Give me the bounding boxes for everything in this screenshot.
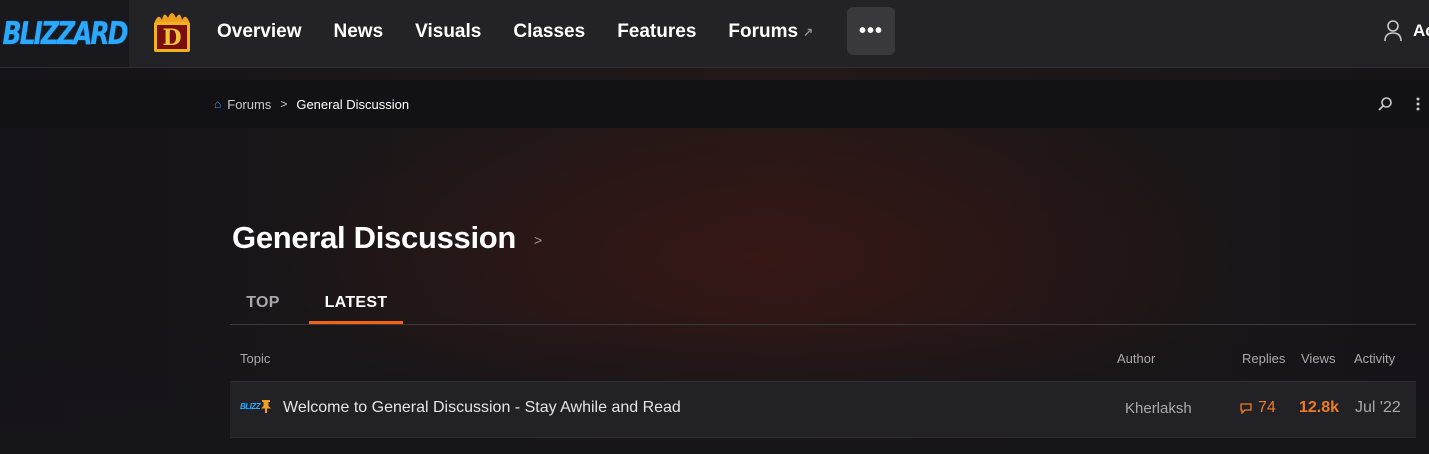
header-replies[interactable]: Replies — [1242, 351, 1285, 366]
nav-forums[interactable]: Forums ↗ — [728, 21, 813, 43]
breadcrumb-current: General Discussion — [296, 96, 410, 112]
account-label: Ac — [1413, 21, 1429, 40]
header-activity[interactable]: Activity — [1354, 351, 1395, 366]
nav-news[interactable]: News — [334, 21, 384, 43]
pin-icon — [261, 400, 271, 413]
topic-replies-count: 74 — [1258, 399, 1276, 416]
breadcrumb-bar: ⌂ Forums > General Discussion — [0, 80, 1429, 128]
table-row[interactable]: BLIZZ Welcome to General Discussion - St… — [230, 381, 1416, 438]
account-button[interactable]: Ac — [1383, 20, 1429, 42]
breadcrumb: ⌂ Forums > General Discussion — [214, 80, 409, 128]
external-link-icon: ↗ — [803, 24, 814, 39]
topic-title-link[interactable]: Welcome to General Discussion - Stay Awh… — [283, 399, 681, 417]
blizzard-logo-link[interactable]: BLIZZARD — [0, 0, 129, 67]
diablo-logo[interactable]: D — [148, 10, 196, 54]
header-views[interactable]: Views — [1301, 351, 1335, 366]
nav-visuals[interactable]: Visuals — [415, 21, 481, 43]
page-title: General Discussion — [232, 220, 517, 255]
topic-tabs: TOP LATEST — [230, 284, 1416, 325]
header-topic[interactable]: Topic — [240, 351, 270, 366]
diablo-logo-letter: D — [162, 25, 181, 51]
blizzard-badge-icon: BLIZZ — [240, 402, 261, 411]
tab-latest[interactable]: LATEST — [309, 284, 403, 324]
search-icon[interactable] — [1377, 96, 1393, 112]
blizzard-logo: BLIZZARD — [2, 15, 129, 52]
tab-top[interactable]: TOP — [230, 284, 296, 322]
nav-overview[interactable]: Overview — [217, 21, 302, 43]
nav-classes[interactable]: Classes — [513, 21, 585, 43]
user-icon — [1384, 20, 1402, 42]
breadcrumb-actions — [1377, 80, 1421, 128]
comment-icon — [1240, 402, 1252, 414]
more-dots-icon: ••• — [858, 19, 883, 42]
topic-replies: 74 — [1240, 399, 1276, 417]
more-menu-button[interactable]: ••• — [847, 7, 895, 55]
home-icon[interactable]: ⌂ — [214, 97, 221, 111]
table-header: Topic Author Replies Views Activity — [230, 340, 1416, 380]
nav-features[interactable]: Features — [617, 21, 696, 43]
header-author[interactable]: Author — [1117, 351, 1155, 366]
breadcrumb-forums[interactable]: Forums — [227, 97, 271, 112]
nav-links: Overview News Visuals Classes Features F… — [217, 0, 845, 63]
chevron-right-icon[interactable]: > — [534, 232, 542, 248]
topic-author[interactable]: Kherlaksh — [1125, 400, 1192, 417]
chevron-right-icon: > — [280, 97, 288, 111]
nav-forums-label: Forums — [728, 20, 799, 42]
topic-activity[interactable]: Jul '22 — [1355, 399, 1401, 417]
topic-views: 12.8k — [1299, 399, 1340, 416]
top-navigation: BLIZZARD D Overview News Visuals Classes… — [0, 0, 1429, 68]
kebab-menu-icon[interactable] — [1415, 96, 1421, 112]
